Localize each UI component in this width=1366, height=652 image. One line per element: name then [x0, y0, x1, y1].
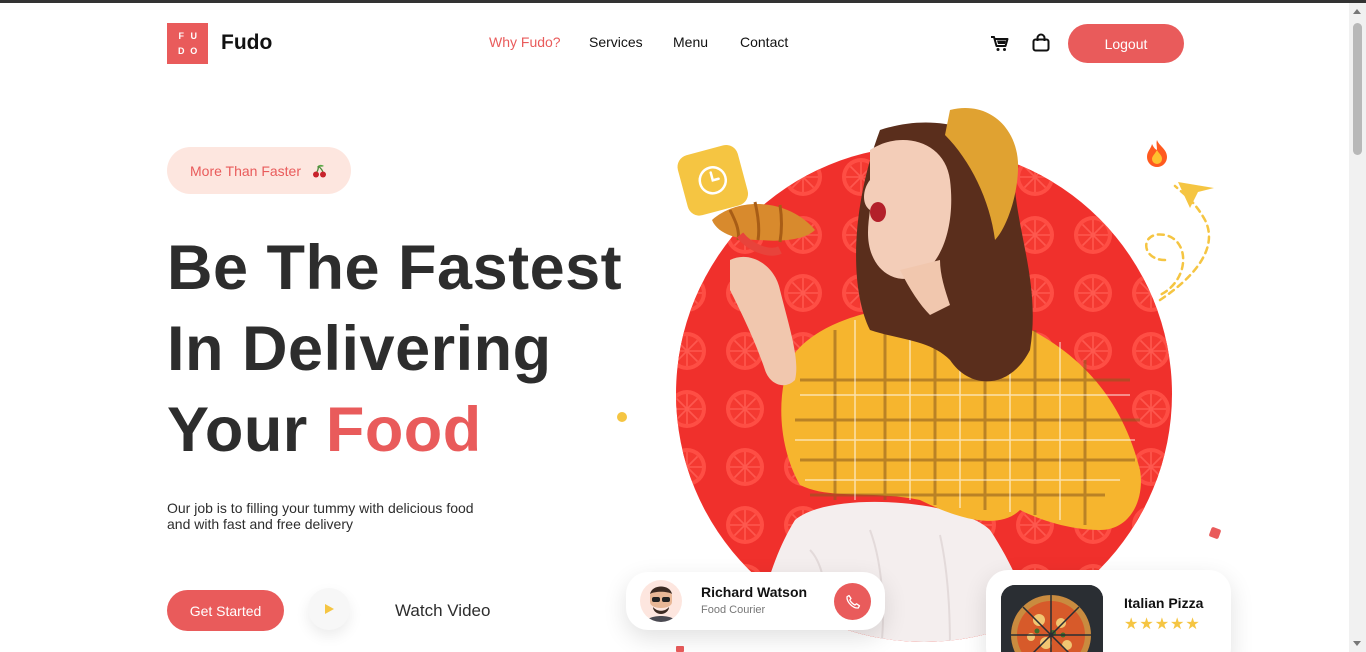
logo-letter: F — [178, 31, 185, 41]
headline-line-2: In Delivering — [167, 314, 552, 384]
red-confetti — [676, 646, 684, 652]
logout-button[interactable]: Logout — [1068, 24, 1184, 63]
scroll-thumb[interactable] — [1353, 23, 1362, 155]
page-scrollbar[interactable] — [1349, 3, 1366, 652]
yellow-dot — [617, 412, 627, 422]
watch-video-link[interactable]: Watch Video — [395, 601, 490, 621]
cherry-icon — [311, 164, 329, 178]
scroll-down-icon[interactable] — [1353, 641, 1361, 646]
nav-services[interactable]: Services — [589, 34, 643, 50]
fire-icon — [1147, 140, 1167, 167]
hero-illustration — [600, 90, 1250, 652]
shopping-bag-icon[interactable] — [1031, 33, 1051, 53]
logo[interactable]: F U D O — [167, 23, 208, 64]
logo-letter: U — [190, 31, 198, 41]
headline-accent: Food — [325, 395, 482, 465]
product-name: Italian Pizza — [1124, 595, 1204, 611]
headline-prefix: Your — [167, 395, 308, 465]
headline-line-1: Be The Fastest — [167, 233, 623, 303]
courier-name: Richard Watson — [701, 584, 808, 600]
nav-contact[interactable]: Contact — [740, 34, 788, 50]
red-square — [1209, 527, 1221, 539]
rating-stars: ★★★★★ — [1124, 616, 1201, 633]
nav-why-fudo[interactable]: Why Fudo? — [489, 34, 561, 50]
get-started-button[interactable]: Get Started — [167, 590, 284, 631]
tagline-pill: More Than Faster — [167, 147, 351, 194]
scroll-up-icon[interactable] — [1353, 9, 1361, 14]
play-video-button[interactable] — [308, 588, 350, 630]
cart-icon[interactable] — [990, 33, 1010, 53]
logo-letter: O — [190, 45, 198, 56]
brand-name[interactable]: Fudo — [221, 31, 272, 55]
play-icon — [325, 604, 334, 614]
courier-card: Richard Watson Food Courier — [626, 572, 885, 630]
call-button[interactable] — [834, 583, 871, 620]
hero-description: Our job is to filling your tummy with de… — [167, 500, 474, 532]
headline-line-3: Your Food — [167, 394, 482, 466]
tagline-text: More Than Faster — [190, 162, 302, 179]
pizza-image — [1001, 585, 1103, 652]
product-card[interactable]: Italian Pizza ★★★★★ — [986, 570, 1231, 652]
nav-menu[interactable]: Menu — [673, 34, 708, 50]
avatar — [640, 580, 682, 622]
logo-letter: D — [178, 45, 185, 56]
courier-role: Food Courier — [701, 604, 766, 616]
phone-icon — [845, 594, 860, 609]
top-border — [0, 0, 1366, 3]
dashed-arrow-icon — [1145, 184, 1211, 302]
